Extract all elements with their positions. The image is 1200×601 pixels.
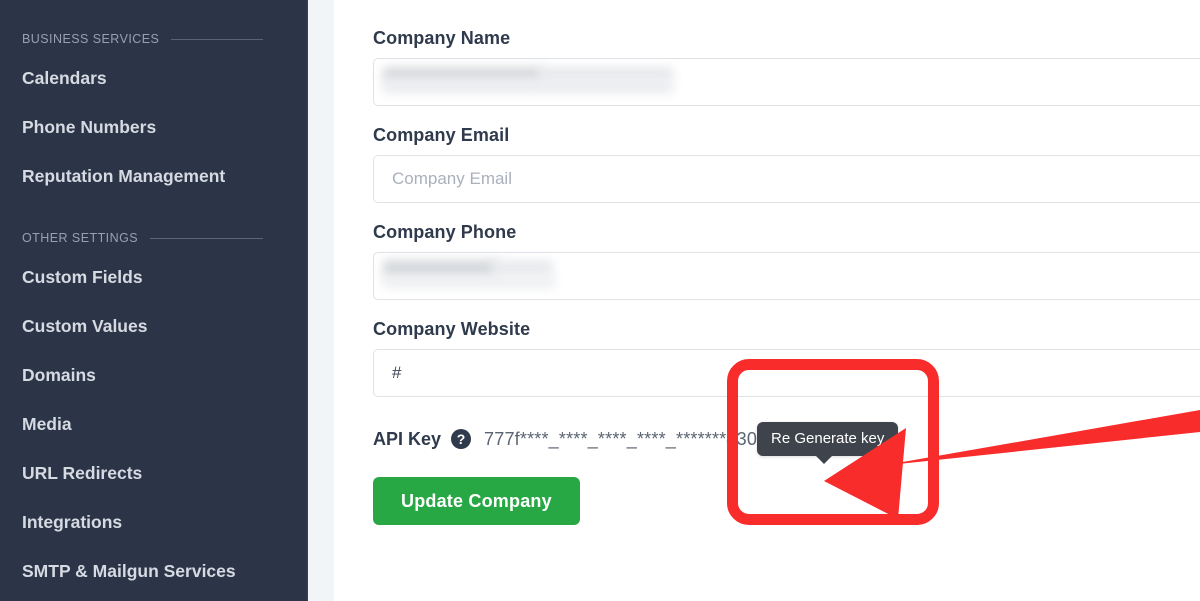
sidebar-section-divider (150, 237, 263, 239)
field-group-company-name: Company Name (373, 28, 1200, 106)
sidebar-section-business-services: BUSINESS SERVICES (0, 24, 307, 54)
company-phone-input-wrapper (373, 252, 1200, 300)
field-group-company-website: Company Website # (373, 319, 1200, 397)
label-company-phone: Company Phone (373, 222, 517, 242)
field-group-company-email: Company Email (373, 125, 1200, 203)
sidebar-item-integrations[interactable]: Integrations (0, 498, 307, 547)
sidebar-section-other-settings: OTHER SETTINGS (0, 223, 307, 253)
tooltip-text: Re Generate key (771, 430, 885, 447)
sidebar-item-smtp-mailgun-services[interactable]: SMTP & Mailgun Services (0, 547, 307, 596)
app-root: BUSINESS SERVICES Calendars Phone Number… (0, 0, 1200, 601)
sidebar-section-label: OTHER SETTINGS (22, 231, 139, 245)
sidebar-item-reputation-management[interactable]: Reputation Management (0, 152, 307, 201)
sidebar-section-divider (171, 38, 263, 40)
sidebar-item-calendars[interactable]: Calendars (0, 54, 307, 103)
sidebar-content-gutter (307, 0, 334, 601)
company-settings-form: Company Name Company Email Company Phone (334, 0, 1200, 601)
sidebar-item-url-redirects[interactable]: URL Redirects (0, 449, 307, 498)
label-company-name: Company Name (373, 28, 511, 48)
tooltip-arrow (815, 455, 833, 464)
label-company-website: Company Website (373, 319, 531, 339)
field-group-company-phone: Company Phone (373, 222, 1200, 300)
update-company-button[interactable]: Update Company (373, 477, 580, 525)
sidebar: BUSINESS SERVICES Calendars Phone Number… (0, 0, 307, 601)
label-company-email: Company Email (373, 125, 510, 145)
api-key-value: 777f****_****_****_****_*******430ff (484, 428, 768, 449)
sidebar-item-custom-values[interactable]: Custom Values (0, 302, 307, 351)
company-name-input[interactable] (373, 58, 1200, 106)
company-email-input[interactable] (373, 155, 1200, 203)
sidebar-inner: BUSINESS SERVICES Calendars Phone Number… (0, 24, 307, 601)
label-api-key: API Key (373, 428, 442, 449)
help-question-icon[interactable]: ? (451, 429, 472, 449)
company-phone-input[interactable] (373, 252, 1200, 300)
sidebar-section-label: BUSINESS SERVICES (22, 32, 160, 46)
sidebar-item-media[interactable]: Media (0, 400, 307, 449)
sidebar-item-custom-fields[interactable]: Custom Fields (0, 253, 307, 302)
sidebar-item-domains[interactable]: Domains (0, 351, 307, 400)
regenerate-key-tooltip: Re Generate key (757, 422, 899, 464)
sidebar-item-phone-numbers[interactable]: Phone Numbers (0, 103, 307, 152)
company-website-input[interactable]: # (373, 349, 1200, 397)
company-name-input-wrapper (373, 58, 1200, 106)
